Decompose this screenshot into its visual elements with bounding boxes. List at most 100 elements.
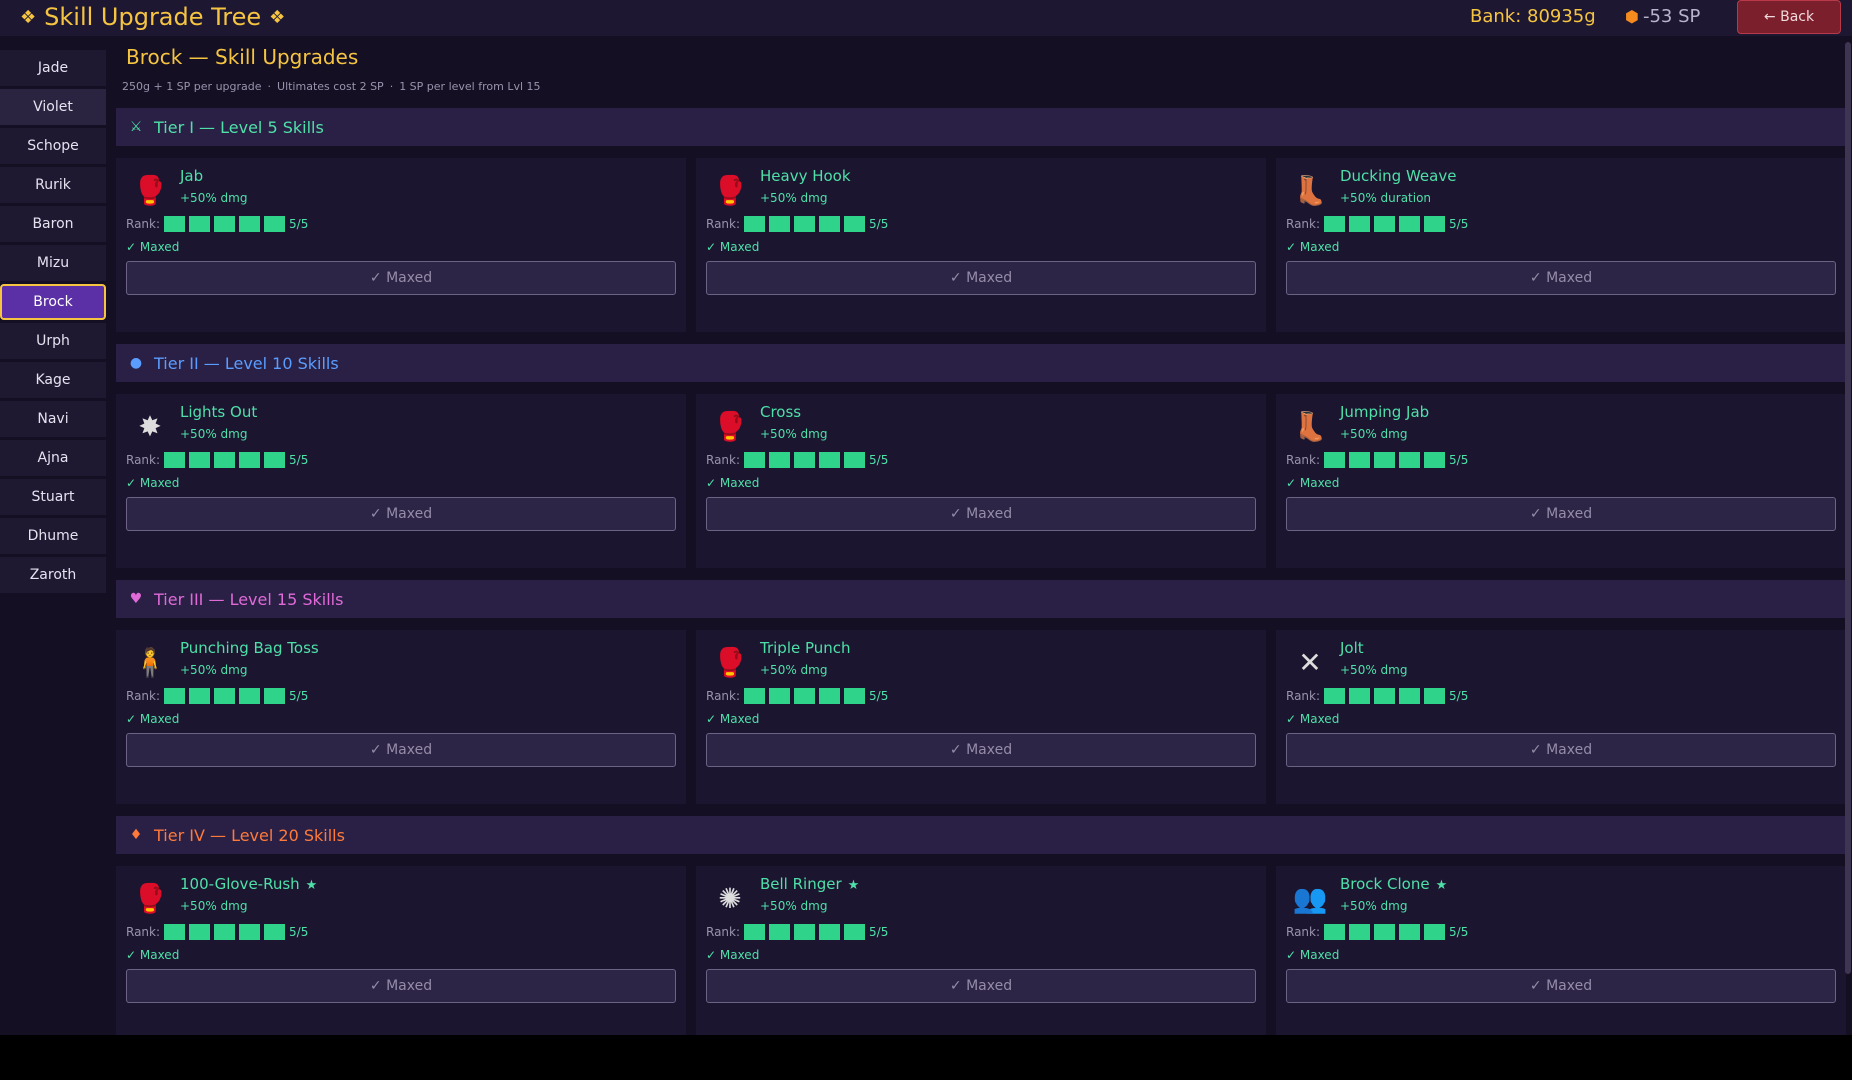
rank-pip: [1324, 688, 1346, 704]
skill-name: Brock Clone ★: [1340, 875, 1447, 893]
tier-icon: ♥: [129, 591, 143, 607]
tier-header: ● Tier II — Level 10 Skills: [116, 344, 1846, 382]
skill-name: Triple Punch: [760, 639, 851, 657]
lightning-icon: ✕: [1298, 645, 1322, 679]
sidebar-item-mizu[interactable]: Mizu: [0, 245, 106, 281]
app-window: ❖ Skill Upgrade Tree ❖ Bank: 80935g ⬢ -53 S…: [0, 0, 1852, 1035]
rank-pip: [819, 688, 841, 704]
upgrade-button[interactable]: ✓ Maxed: [1286, 733, 1836, 767]
sidebar-item-jade[interactable]: Jade: [0, 50, 106, 86]
upgrade-button[interactable]: ✓ Maxed: [706, 497, 1256, 531]
tier-header: ⚔ Tier I — Level 5 Skills: [116, 108, 1846, 146]
rank-meter: Rank: 5/5: [1286, 688, 1468, 704]
sidebar-item-schope[interactable]: Schope: [0, 128, 106, 164]
sidebar-item-rurik[interactable]: Rurik: [0, 167, 106, 203]
skill-card: 🥊 Jab +50% dmg Rank: 5/5 ✓ Maxed ✓ Maxed: [116, 158, 686, 332]
rank-value: 5/5: [1449, 217, 1469, 231]
upgrade-button[interactable]: ✓ Maxed: [126, 733, 676, 767]
sidebar-item-kage[interactable]: Kage: [0, 362, 106, 398]
skill-effect: +50% dmg: [1340, 663, 1408, 677]
sidebar-item-baron[interactable]: Baron: [0, 206, 106, 242]
glove-cluster-icon: 🥊: [132, 881, 168, 915]
skill-name-text: Cross: [760, 403, 802, 421]
rank-pip: [794, 688, 816, 704]
rank-pip: [744, 216, 766, 232]
skill-name-text: Lights Out: [180, 403, 258, 421]
rank-meter: Rank: 5/5: [126, 924, 308, 940]
bell-burst-icon: ✺: [718, 881, 742, 915]
scrollbar[interactable]: [1845, 42, 1851, 974]
rank-pip: [844, 688, 866, 704]
skill-name-text: Bell Ringer: [760, 875, 842, 893]
boot-icon: 👢: [1292, 173, 1328, 207]
rank-pip: [164, 688, 186, 704]
sidebar-item-navi[interactable]: Navi: [0, 401, 106, 437]
skill-name-text: Jolt: [1340, 639, 1364, 657]
cost-info-ultimate: Ultimates cost 2 SP: [277, 80, 384, 93]
rank-pip: [819, 452, 841, 468]
upgrade-button[interactable]: ✓ Maxed: [706, 733, 1256, 767]
star-burst-icon: ✸: [138, 409, 162, 443]
rank-pip: [844, 216, 866, 232]
rank-pip: [164, 924, 186, 940]
tier-list: ⚔ Tier I — Level 5 Skills 🥊 Jab +50% dmg Rank…: [116, 108, 1846, 1035]
sidebar-item-violet[interactable]: Violet: [0, 89, 106, 125]
rank-pip: [214, 216, 236, 232]
skill-effect: +50% dmg: [180, 427, 248, 441]
sidebar-item-stuart[interactable]: Stuart: [0, 479, 106, 515]
rank-value: 5/5: [289, 453, 309, 467]
rank-meter: Rank: 5/5: [706, 452, 888, 468]
skill-name: Cross: [760, 403, 801, 421]
upgrade-button[interactable]: ✓ Maxed: [126, 969, 676, 1003]
rank-meter: Rank: 5/5: [126, 216, 308, 232]
rank-pip: [1399, 216, 1421, 232]
rank-meter: Rank: 5/5: [706, 924, 888, 940]
sidebar-item-ajna[interactable]: Ajna: [0, 440, 106, 476]
rank-pip: [1324, 452, 1346, 468]
sidebar-item-brock[interactable]: Brock: [0, 284, 106, 320]
back-button[interactable]: ← Back: [1737, 0, 1841, 34]
tier-header: ♥ Tier III — Level 15 Skills: [116, 580, 1846, 618]
upgrade-button[interactable]: ✓ Maxed: [706, 261, 1256, 295]
skill-name-text: 100-Glove-Rush: [180, 875, 300, 893]
upgrade-button[interactable]: ✓ Maxed: [126, 261, 676, 295]
rank-pip: [1374, 216, 1396, 232]
skill-panel: Brock — Skill Upgrades 250g + 1 SP per u…: [116, 40, 1846, 1035]
rank-pip: [1424, 216, 1446, 232]
rank-label: Rank:: [126, 689, 161, 703]
upgrade-button[interactable]: ✓ Maxed: [1286, 261, 1836, 295]
rank-pip: [1349, 688, 1371, 704]
page-title: Brock — Skill Upgrades: [126, 45, 359, 69]
tier-skill-row: 🥊 100-Glove-Rush ★ +50% dmg Rank: 5/5 ✓ Maxed ✓…: [116, 866, 1846, 1035]
skill-name: Jolt: [1340, 639, 1364, 657]
upgrade-button[interactable]: ✓ Maxed: [1286, 497, 1836, 531]
ultimate-star-icon: ★: [305, 878, 318, 893]
skill-effect: +50% dmg: [180, 899, 248, 913]
rank-pip: [1424, 452, 1446, 468]
upgrade-button[interactable]: ✓ Maxed: [1286, 969, 1836, 1003]
sidebar-item-zaroth[interactable]: Zaroth: [0, 557, 106, 593]
skill-name: Bell Ringer ★: [760, 875, 859, 893]
upgrade-button[interactable]: ✓ Maxed: [126, 497, 676, 531]
boxing-glove-icon: 🥊: [712, 173, 748, 207]
rank-pip: [1374, 688, 1396, 704]
maxed-status: ✓ Maxed: [1286, 240, 1340, 254]
rank-label: Rank:: [126, 925, 161, 939]
rank-pip: [769, 688, 791, 704]
skill-name-text: Ducking Weave: [1340, 167, 1457, 185]
upgrade-button[interactable]: ✓ Maxed: [706, 969, 1256, 1003]
rank-label: Rank:: [706, 925, 741, 939]
skill-effect: +50% dmg: [760, 899, 828, 913]
sidebar-item-urph[interactable]: Urph: [0, 323, 106, 359]
rank-label: Rank:: [706, 689, 741, 703]
tier-skill-row: ✸ Lights Out +50% dmg Rank: 5/5 ✓ Maxed ✓ Maxe…: [116, 394, 1846, 568]
rank-pip: [264, 924, 286, 940]
tier-skill-row: 🥊 Jab +50% dmg Rank: 5/5 ✓ Maxed ✓ Maxed 🥊 Heavy…: [116, 158, 1846, 332]
rank-pip: [1349, 924, 1371, 940]
skill-effect: +50% dmg: [760, 663, 828, 677]
rank-pip: [264, 216, 286, 232]
cost-info-level: 1 SP per level from Lvl 15: [399, 80, 541, 93]
rank-pip: [1349, 452, 1371, 468]
maxed-status: ✓ Maxed: [126, 476, 180, 490]
sidebar-item-dhume[interactable]: Dhume: [0, 518, 106, 554]
